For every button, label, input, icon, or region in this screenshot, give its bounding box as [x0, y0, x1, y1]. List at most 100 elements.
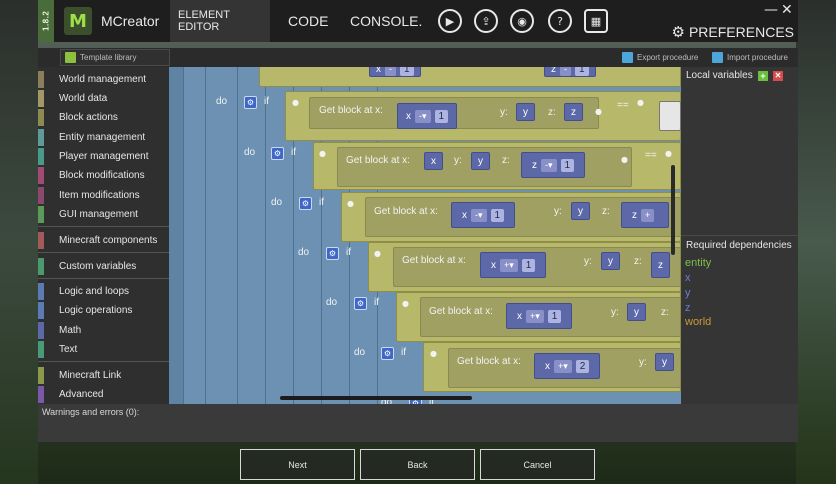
do-label: do: [298, 247, 310, 258]
math-block[interactable]: x +▾ 1: [480, 252, 547, 278]
var-y-block[interactable]: y: [516, 103, 535, 121]
preferences-label: PREFERENCES: [688, 24, 794, 40]
palette-item-minecraft-components[interactable]: Minecraft components: [38, 231, 169, 249]
operator-dropdown[interactable]: +▾: [526, 309, 544, 323]
number-field[interactable]: 1: [490, 208, 505, 222]
var-x-block[interactable]: x: [424, 152, 443, 170]
horizontal-scrollbar[interactable]: [280, 396, 472, 400]
collapse-dot: ●: [430, 349, 437, 358]
number-field[interactable]: 2: [575, 359, 590, 373]
add-variable-icon[interactable]: +: [758, 71, 768, 81]
close-icon[interactable]: ✕: [781, 2, 793, 18]
var-z-block[interactable]: z: [564, 103, 583, 121]
operator-dropdown[interactable]: +: [641, 208, 655, 222]
palette-item-logic-and-loops[interactable]: Logic and loops: [38, 282, 169, 300]
palette-item-logic-operations[interactable]: Logic operations: [38, 301, 169, 319]
number-field[interactable]: 1: [560, 158, 575, 172]
palette-item-custom-variables[interactable]: Custom variables: [38, 257, 169, 275]
export-procedure-button[interactable]: Export procedure: [622, 50, 698, 65]
math-block[interactable]: x +▾ 1: [506, 303, 573, 329]
math-block[interactable]: x -▾ 1: [397, 103, 458, 129]
tab-element-editor[interactable]: ELEMENT EDITOR: [170, 0, 270, 42]
template-library-button[interactable]: Template library: [60, 49, 170, 66]
palette-item-block-modifications[interactable]: Block modifications: [38, 166, 169, 184]
mutator-gear-icon[interactable]: ⚙: [271, 147, 284, 160]
palette-item-entity-management[interactable]: Entity management: [38, 128, 169, 146]
palette-item-math[interactable]: Math: [38, 321, 169, 339]
palette-label: World management: [59, 73, 147, 85]
minimize-icon[interactable]: —: [764, 2, 778, 18]
z-label: z:: [602, 206, 610, 217]
run-icon[interactable]: ▶: [438, 9, 462, 33]
export-icon[interactable]: ⇪: [474, 9, 498, 33]
operator-dropdown[interactable]: -▾: [541, 158, 557, 172]
palette-label: Entity management: [59, 131, 146, 143]
var-z-block[interactable]: z: [651, 252, 670, 278]
vertical-scrollbar[interactable]: [671, 165, 675, 255]
var-y-block[interactable]: y: [571, 202, 590, 220]
operator-dropdown[interactable]: +▾: [500, 258, 518, 272]
math-block[interactable]: z -▾ 1: [521, 152, 586, 178]
number-field[interactable]: 1: [547, 309, 562, 323]
palette-item-item-modifications[interactable]: Item modifications: [38, 186, 169, 204]
operator-dropdown[interactable]: -: [560, 67, 571, 76]
category-swatch: [38, 282, 44, 300]
category-swatch: [38, 340, 44, 358]
mutator-gear-icon[interactable]: ⚙: [299, 197, 312, 210]
palette-item-player-management[interactable]: Player management: [38, 147, 169, 165]
palette-item-text[interactable]: Text: [38, 340, 169, 358]
number-field[interactable]: 1: [521, 258, 536, 272]
math-block[interactable]: x-1: [369, 67, 421, 77]
palette-item-gui-management[interactable]: GUI management: [38, 205, 169, 223]
number-field[interactable]: 1: [434, 109, 449, 123]
mutator-gear-icon[interactable]: ⚙: [381, 347, 394, 360]
operator-dropdown[interactable]: -▾: [415, 109, 431, 123]
remove-variable-icon[interactable]: ✕: [773, 71, 783, 81]
z-label: z:: [502, 155, 510, 166]
var-y-block[interactable]: y: [471, 152, 490, 170]
math-block[interactable]: x +▾ 2: [534, 353, 601, 379]
palette-item-block-actions[interactable]: Block actions: [38, 108, 169, 126]
collapse-dot: ●: [402, 299, 409, 308]
palette-item-advanced[interactable]: Advanced: [38, 385, 169, 403]
palette-label: Minecraft components: [59, 234, 158, 246]
get-block-label: Get block at x:: [374, 206, 438, 217]
palette-item-minecraft-link[interactable]: Minecraft Link: [38, 366, 169, 384]
condition-block[interactable]: [259, 67, 681, 87]
tab-code[interactable]: CODE: [280, 0, 336, 42]
mutator-gear-icon[interactable]: ⚙: [354, 297, 367, 310]
operator-dropdown[interactable]: +▾: [554, 359, 572, 373]
mutator-gear-icon[interactable]: ⚙: [244, 96, 257, 109]
palette-label: Logic operations: [59, 304, 133, 316]
var-y-block[interactable]: y: [655, 353, 674, 371]
number-field[interactable]: 1: [575, 67, 589, 76]
get-block-label: Get block at x:: [402, 255, 466, 266]
operator-dropdown[interactable]: -: [385, 67, 396, 76]
cancel-button[interactable]: Cancel: [480, 449, 595, 480]
number-field[interactable]: 1: [400, 67, 414, 76]
math-block[interactable]: x -▾ 1: [451, 202, 516, 228]
operator-dropdown[interactable]: -▾: [471, 208, 487, 222]
version-badge: 1.8.2: [38, 0, 54, 42]
palette-item-world-data[interactable]: World data: [38, 89, 169, 107]
get-block-label: Get block at x:: [346, 155, 410, 166]
back-button[interactable]: Back: [360, 449, 475, 480]
var-label: x: [406, 110, 411, 122]
math-block[interactable]: z +: [621, 202, 670, 228]
math-block[interactable]: z-1: [544, 67, 596, 77]
z-label: z:: [634, 256, 642, 267]
import-procedure-button[interactable]: Import procedure: [712, 50, 788, 65]
preferences-button[interactable]: ⚙ PREFERENCES: [672, 23, 794, 41]
build-icon[interactable]: ▦: [584, 9, 608, 33]
blockly-workspace[interactable]: x-1 z-1 do ⚙ if ● Get block at x: x -▾ 1 y…: [169, 67, 681, 404]
var-label: x: [462, 209, 467, 221]
next-button[interactable]: Next: [240, 449, 355, 480]
var-y-block[interactable]: y: [601, 252, 620, 270]
mutator-gear-icon[interactable]: ⚙: [326, 247, 339, 260]
help-icon[interactable]: ?: [548, 9, 572, 33]
setup-icon[interactable]: ◉: [510, 9, 534, 33]
collapse-dot: ●: [319, 149, 326, 158]
palette-item-world-management[interactable]: World management: [38, 70, 169, 88]
tab-console[interactable]: CONSOLE.: [342, 0, 430, 42]
var-y-block[interactable]: y: [627, 303, 646, 321]
